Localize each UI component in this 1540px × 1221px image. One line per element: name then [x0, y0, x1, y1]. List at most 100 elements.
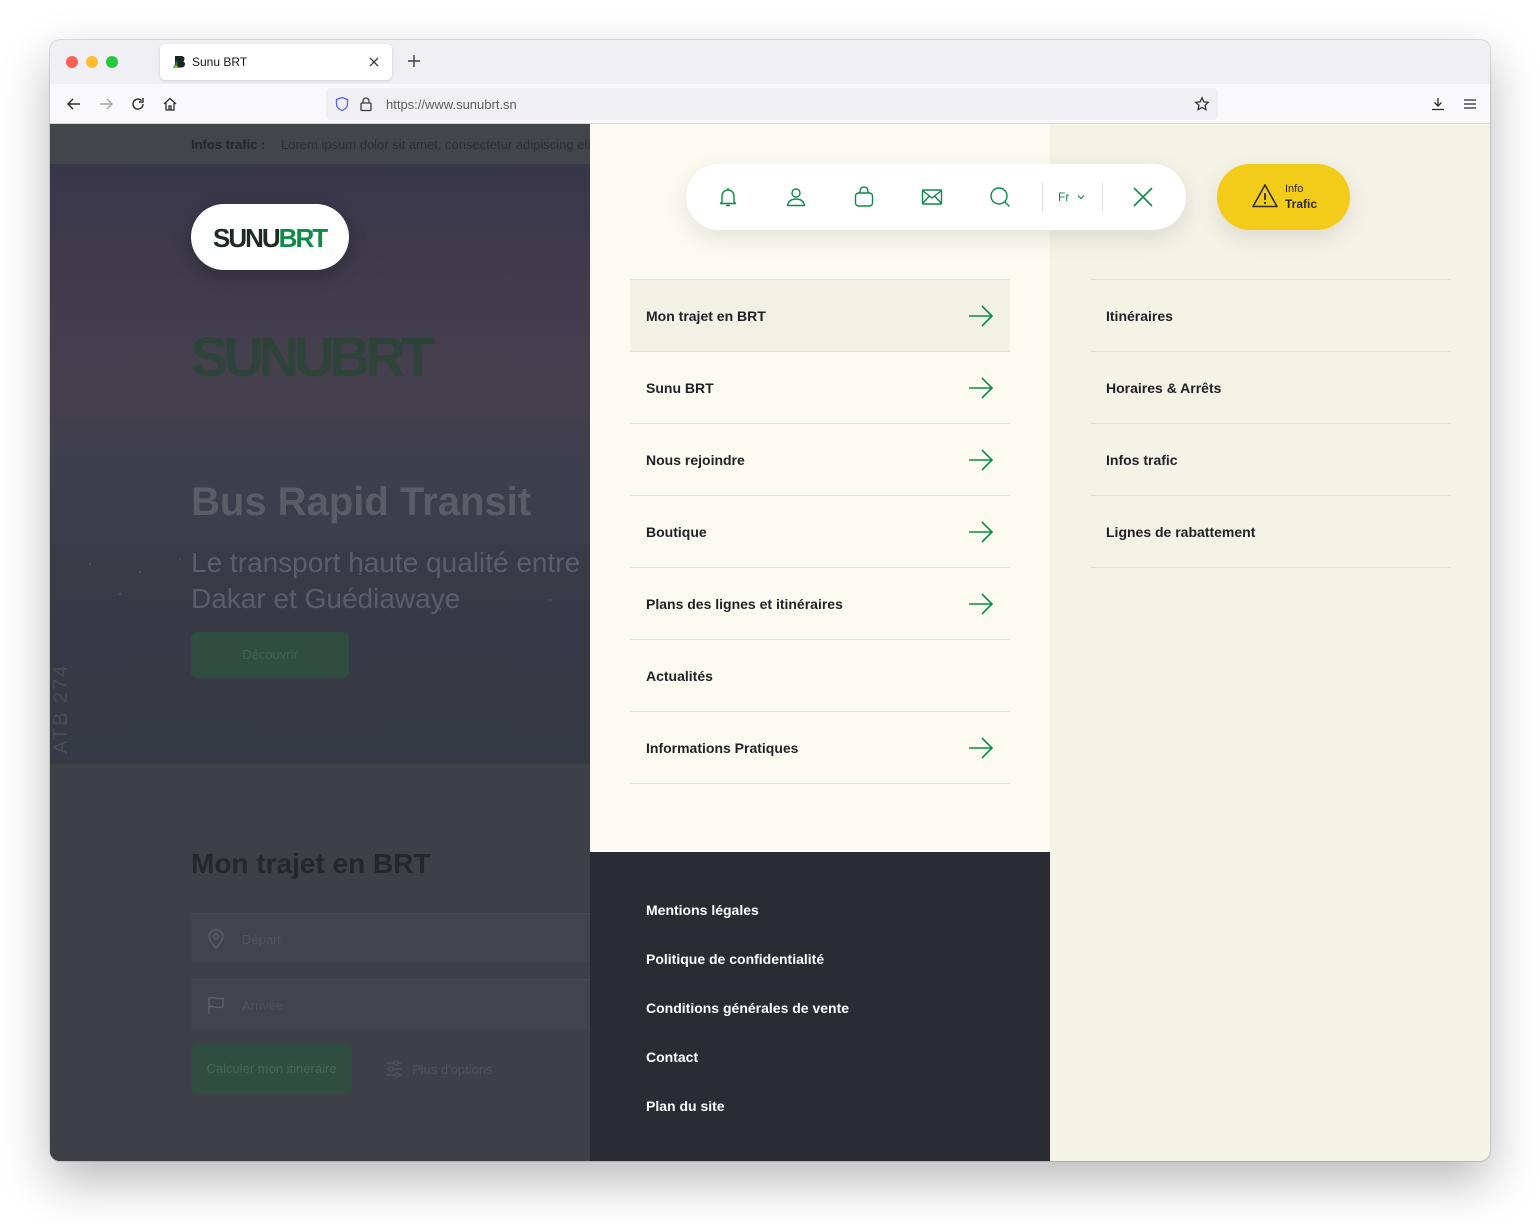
home-icon[interactable] [162, 96, 178, 112]
main-menu-item-mon-trajet-en-brt[interactable]: Mon trajet en BRT [630, 280, 1010, 352]
main-menu-item-actualites[interactable]: Actualités [630, 640, 1010, 712]
main-menu-item-label: Sunu BRT [646, 380, 714, 396]
back-arrow-icon[interactable] [66, 96, 82, 112]
url-text: https://www.sunubrt.sn [386, 97, 517, 112]
navigation-bar: https://www.sunubrt.sn [50, 84, 1490, 124]
arrivee-field[interactable]: Arrivée [191, 979, 590, 1029]
location-pin-icon [208, 928, 224, 949]
downloads-icon[interactable] [1430, 96, 1446, 112]
footer-link-conditions-generales-de-vente[interactable]: Conditions générales de vente [646, 1000, 849, 1049]
close-icon[interactable] [1131, 185, 1155, 209]
search-icon[interactable] [988, 185, 1012, 209]
hero-logo: SUNUBRT [191, 324, 435, 389]
secondary-menu-item-label: Lignes de rabattement [1106, 524, 1256, 540]
main-menu-item-informations-pratiques[interactable]: Informations Pratiques [630, 712, 1010, 784]
tab-strip: Sunu BRT [50, 40, 1490, 84]
flag-icon [208, 996, 224, 1014]
secondary-menu-list: Itinéraires Horaires & Arrêts Infos trafic… [1090, 279, 1450, 568]
forward-arrow-icon[interactable] [98, 96, 114, 112]
user-icon[interactable] [784, 185, 808, 209]
warning-triangle-icon [1252, 184, 1278, 208]
lock-icon[interactable] [358, 96, 374, 112]
bookmark-star-icon[interactable] [1194, 96, 1210, 112]
depart-field[interactable]: Départ [191, 913, 590, 963]
discover-button[interactable]: Découvrir [191, 632, 349, 678]
hero-logo-brt: BRT [329, 325, 435, 388]
address-bar[interactable]: https://www.sunubrt.sn [326, 88, 1218, 120]
hero-logo-sunu: SUNU [191, 325, 335, 388]
footer-menu-list: Mentions légales Politique de confidentia… [646, 902, 849, 1147]
calculate-itinerary-button[interactable]: Calculer mon itinéraire [191, 1044, 352, 1094]
hero-section: SUNUBRT SUNUBRT Bus Rapid Transit Le tra… [50, 164, 590, 764]
main-menu-item-sunu-brt[interactable]: Sunu BRT [630, 352, 1010, 424]
calculate-itinerary-label: Calculer mon itinéraire [206, 1061, 337, 1076]
hero-subtitle: Le transport haute qualité entre Dakar e… [191, 547, 581, 614]
basket-icon[interactable] [852, 185, 876, 209]
footer-link-plan-du-site[interactable]: Plan du site [646, 1098, 849, 1147]
main-menu-item-label: Boutique [646, 524, 707, 540]
arrow-right-icon [969, 305, 994, 327]
reload-icon[interactable] [130, 96, 146, 112]
info-trafic-button[interactable]: Info Trafic [1217, 164, 1350, 230]
main-menu-item-label: Nous rejoindre [646, 452, 745, 468]
browser-tab[interactable]: Sunu BRT [160, 44, 392, 80]
language-selector[interactable]: Fr [1058, 190, 1069, 204]
traffic-info-text: Lorem ipsum dolor sit amet, consectetur … [281, 137, 594, 152]
main-menu-item-nous-rejoindre[interactable]: Nous rejoindre [630, 424, 1010, 496]
secondary-menu-item-label: Itinéraires [1106, 308, 1173, 324]
traffic-info-label: Infos trafic : [191, 137, 266, 152]
toolbar-divider [1102, 182, 1103, 212]
secondary-menu-item-lignes-de-rabattement[interactable]: Lignes de rabattement [1090, 496, 1450, 568]
tab-close-icon[interactable] [366, 54, 382, 70]
app-menu-icon[interactable] [1462, 96, 1478, 112]
logo-sunu-text: SUNU [213, 223, 281, 253]
close-window-button[interactable] [66, 56, 78, 68]
more-options-link[interactable]: Plus d'options [412, 1062, 493, 1077]
arrow-right-icon [969, 521, 994, 543]
main-menu-item-label: Plans des lignes et itinéraires [646, 596, 843, 612]
arrow-right-icon [969, 737, 994, 759]
trip-planner-title: Mon trajet en BRT [191, 848, 431, 879]
hero-vertical-text: ATB 274 [50, 663, 72, 754]
secondary-menu-item-itineraires[interactable]: Itinéraires [1090, 280, 1450, 352]
filter-sliders-icon[interactable] [384, 1058, 404, 1080]
arrow-right-icon [969, 377, 994, 399]
tracking-shield-icon[interactable] [334, 96, 350, 112]
main-menu-item-plans-des-lignes-et-itineraires[interactable]: Plans des lignes et itinéraires [630, 568, 1010, 640]
zoom-window-button[interactable] [106, 56, 118, 68]
discover-button-label: Découvrir [242, 647, 298, 662]
footer-link-mentions-legales[interactable]: Mentions légales [646, 902, 849, 951]
info-trafic-line2: Trafic [1285, 197, 1318, 211]
mail-icon[interactable] [920, 185, 944, 209]
tab-title: Sunu BRT [192, 55, 248, 69]
footer-link-politique-de-confidentialite[interactable]: Politique de confidentialité [646, 951, 849, 1000]
footer-link-contact[interactable]: Contact [646, 1049, 849, 1098]
logo-brt-text: BRT [278, 223, 328, 253]
main-menu-item-label: Informations Pratiques [646, 740, 799, 756]
arrow-right-icon [969, 593, 994, 615]
depart-placeholder: Départ [242, 932, 282, 947]
site-logo[interactable]: SUNUBRT [191, 204, 349, 270]
trip-planner-section: Mon trajet en BRT Départ Arrivée Calcule… [50, 764, 590, 1161]
main-menu-item-label: Mon trajet en BRT [646, 308, 766, 324]
minimize-window-button[interactable] [86, 56, 98, 68]
traffic-info-bar: Infos trafic : Lorem ipsum dolor sit ame… [50, 124, 594, 164]
toolbar-divider [1042, 182, 1043, 212]
bell-icon[interactable] [716, 185, 740, 209]
secondary-menu-item-infos-trafic[interactable]: Infos trafic [1090, 424, 1450, 496]
secondary-menu-item-label: Infos trafic [1106, 452, 1178, 468]
arrivee-placeholder: Arrivée [242, 998, 284, 1013]
chevron-down-icon[interactable] [1076, 192, 1086, 202]
browser-window: Sunu BRT https://www.sunubrt.sn Infos tr… [50, 40, 1490, 1161]
page-viewport: Infos trafic : Lorem ipsum dolor sit ame… [50, 124, 1490, 1161]
main-menu-list: Mon trajet en BRT Sunu BRT Nous rejoindre B… [630, 279, 1010, 784]
hero-title: Bus Rapid Transit [191, 480, 532, 524]
main-menu-item-boutique[interactable]: Boutique [630, 496, 1010, 568]
info-trafic-line1: Info [1285, 183, 1304, 195]
new-tab-icon[interactable] [406, 53, 422, 69]
sunubrt-favicon-icon [173, 56, 185, 69]
logo-text: SUNUBRT [213, 223, 328, 254]
secondary-menu-item-horaires-arrets[interactable]: Horaires & Arrêts [1090, 352, 1450, 424]
menu-toolbar: Fr [686, 164, 1186, 230]
secondary-menu-item-label: Horaires & Arrêts [1106, 380, 1222, 396]
